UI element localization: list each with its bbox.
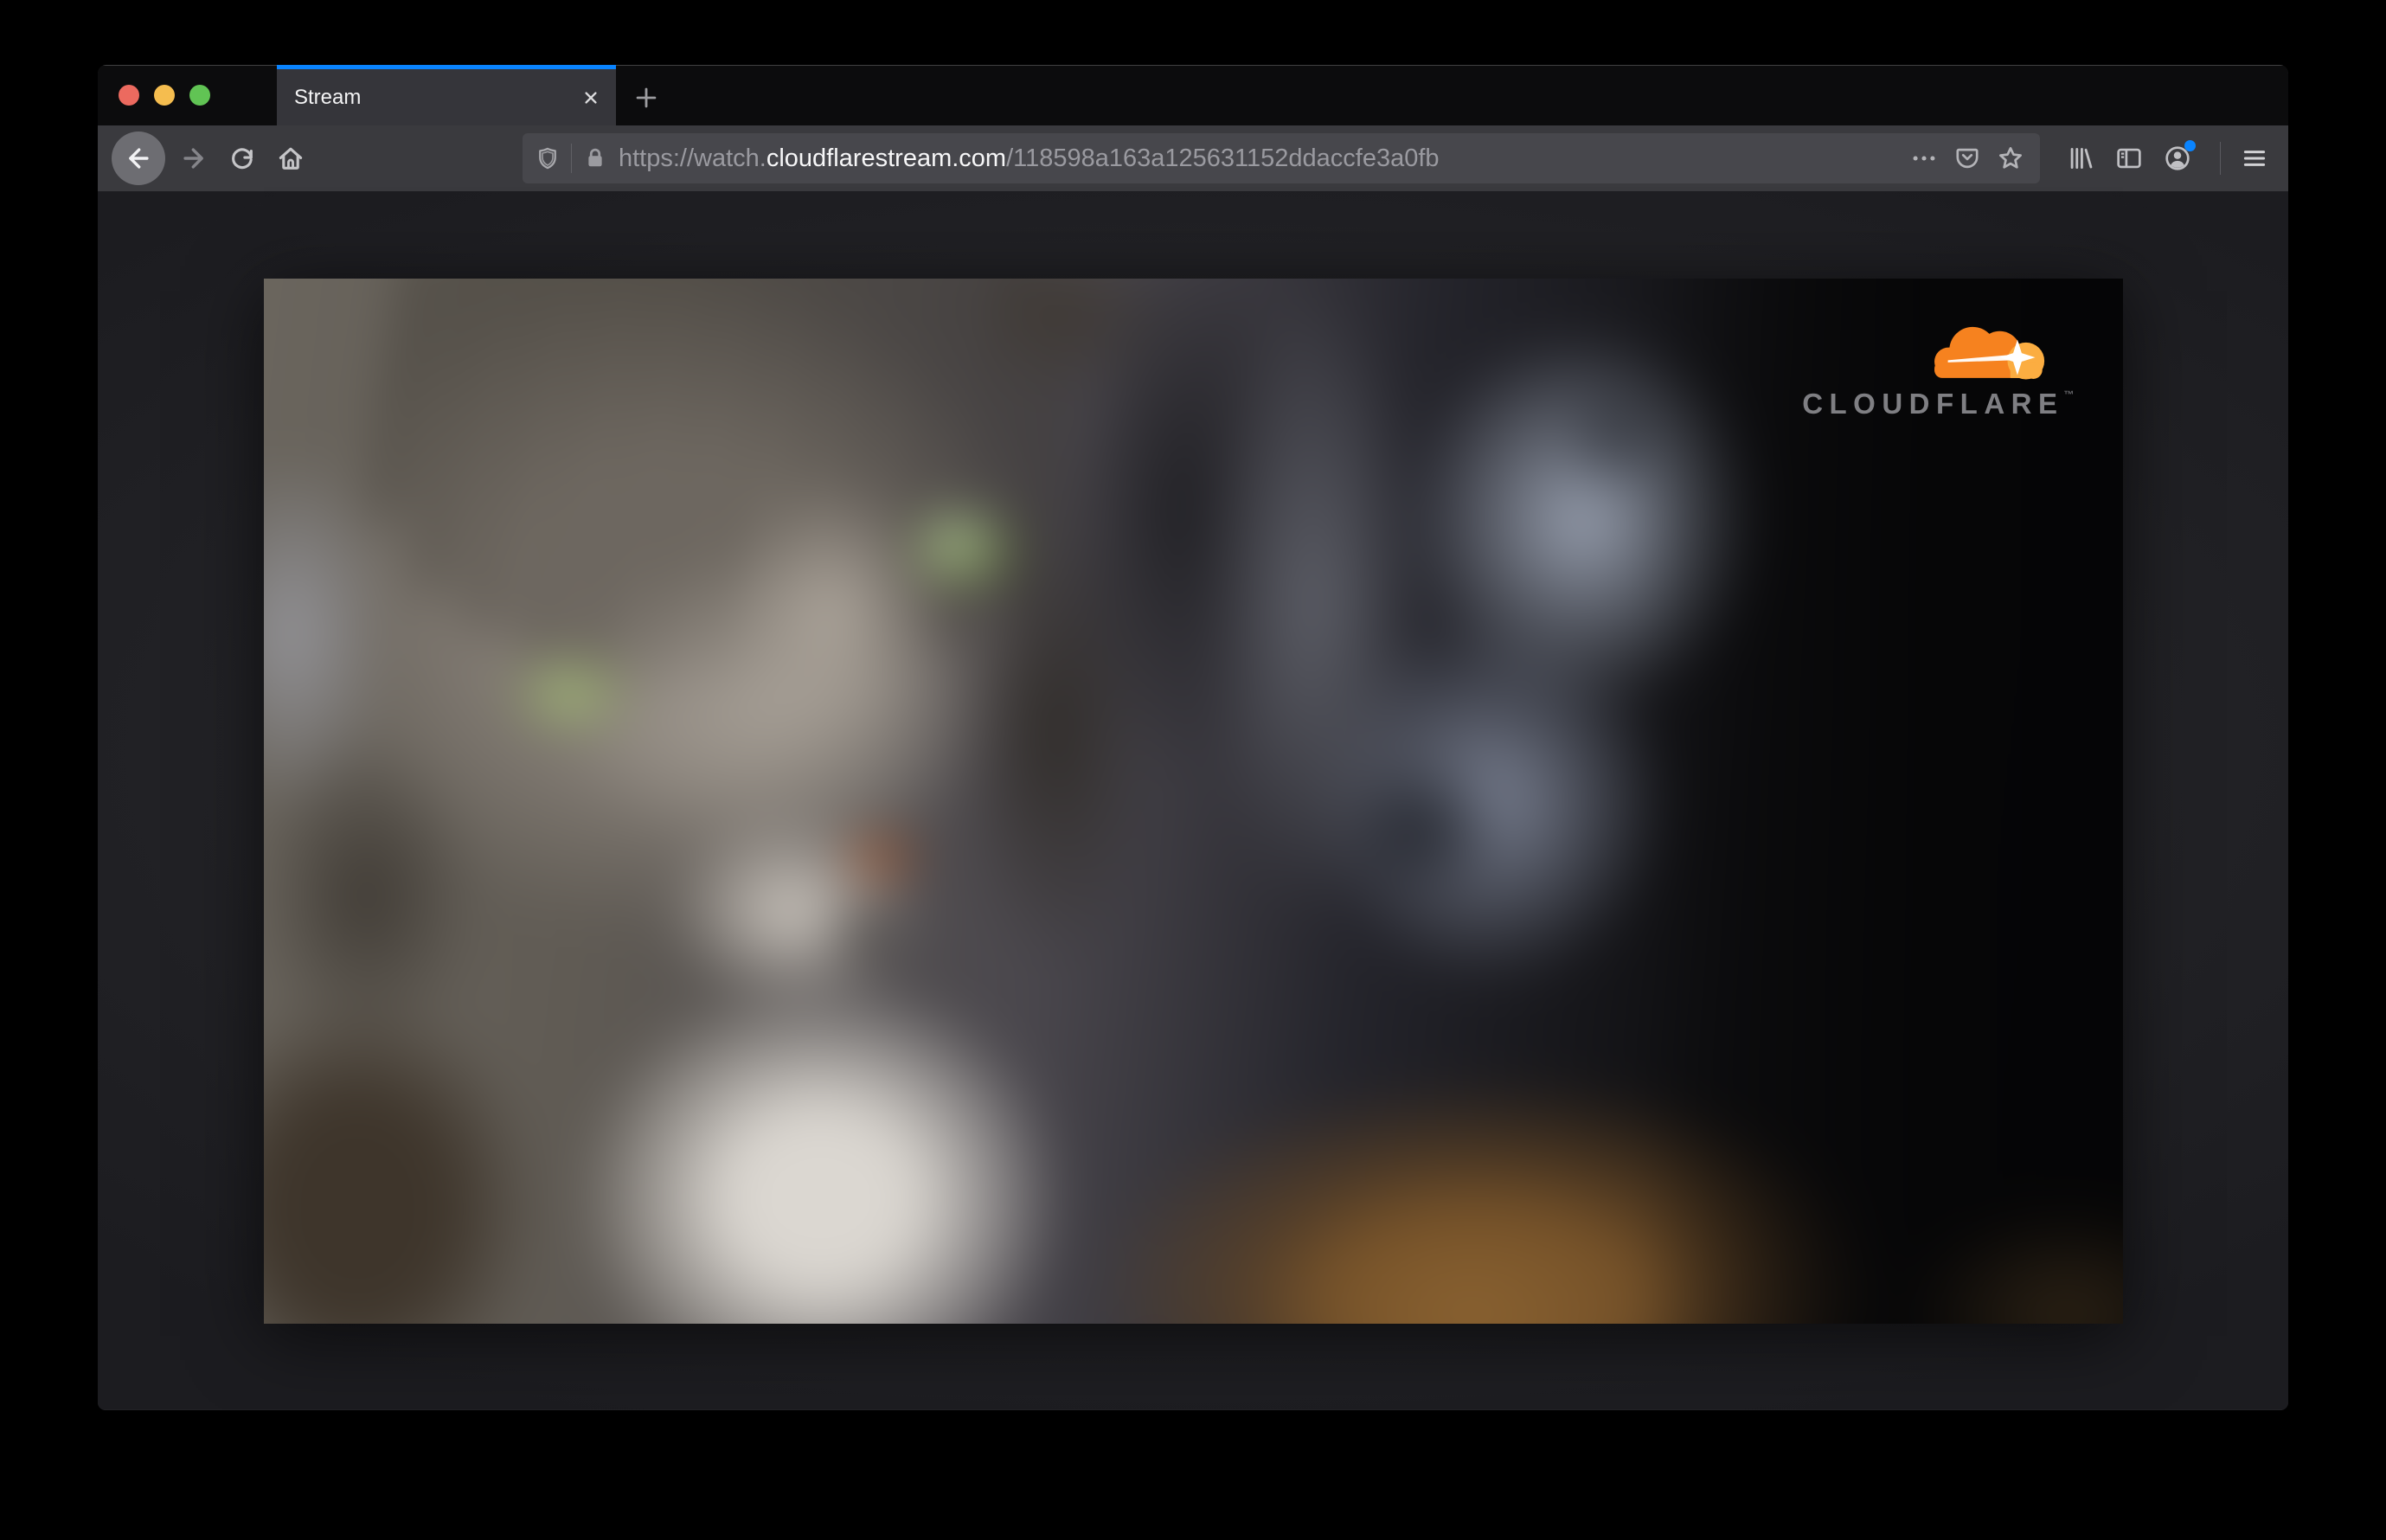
- bookmark-star-button[interactable]: [1993, 141, 2028, 176]
- back-icon: [129, 148, 149, 169]
- pocket-icon: [1956, 148, 1979, 169]
- cloudflare-cloud-icon: [1934, 326, 2044, 380]
- lock-icon[interactable]: [582, 145, 608, 171]
- urlbar-divider: [571, 144, 572, 173]
- cat-nose: [824, 822, 937, 895]
- sidebar-toggle-button[interactable]: [2109, 138, 2149, 178]
- forward-button[interactable]: [174, 138, 214, 178]
- notification-dot: [2184, 140, 2196, 151]
- reload-button[interactable]: [222, 138, 262, 178]
- home-icon: [279, 147, 303, 170]
- scene-blob: [516, 661, 621, 724]
- window-zoom-button[interactable]: [189, 85, 210, 106]
- toolbar-divider: [2220, 142, 2221, 175]
- trademark-symbol: ™: [2063, 388, 2075, 401]
- forward-icon: [183, 148, 203, 169]
- scene-blob: [817, 900, 911, 969]
- url-prefix: https://watch.: [619, 144, 766, 172]
- active-tab-indicator: [277, 65, 616, 69]
- cloudflare-logo: CLOUDFLARE™: [1802, 318, 2075, 420]
- menu-icon: [2243, 151, 2266, 166]
- video-frame: [263, 279, 2123, 1324]
- window-minimize-button[interactable]: [154, 85, 175, 106]
- window-close-button[interactable]: [119, 85, 139, 106]
- window-titlebar: Stream: [98, 65, 2288, 125]
- url-domain: cloudflarestream.com: [766, 144, 1007, 172]
- url-text: https://watch.cloudflarestream.com/11859…: [619, 144, 1898, 173]
- tab-stream[interactable]: Stream: [277, 65, 616, 125]
- shield-icon[interactable]: [535, 145, 561, 171]
- tab-title: Stream: [294, 85, 362, 109]
- navigation-toolbar: https://watch.cloudflarestream.com/11859…: [98, 125, 2288, 192]
- page-actions-button[interactable]: [1907, 141, 1941, 176]
- new-tab-icon: [636, 87, 657, 108]
- desktop: Stream https://watch.cloudflarestream.co…: [0, 0, 2386, 1540]
- new-tab-button[interactable]: [628, 80, 664, 116]
- scene-blob: [690, 446, 971, 780]
- tab-close-button[interactable]: [576, 83, 606, 112]
- scene-blob: [1323, 738, 1528, 916]
- video-player[interactable]: CLOUDFLARE™: [263, 279, 2123, 1324]
- back-button[interactable]: [112, 132, 165, 185]
- browser-window: Stream https://watch.cloudflarestream.co…: [98, 65, 2288, 1410]
- bookmark-star-icon: [1999, 147, 2022, 169]
- cloudflare-wordmark: CLOUDFLARE™: [1802, 388, 2075, 420]
- pocket-button[interactable]: [1950, 141, 1985, 176]
- page-content: CLOUDFLARE™: [98, 192, 2288, 1409]
- scene-blob: [1639, 279, 2123, 1324]
- url-bar[interactable]: https://watch.cloudflarestream.com/11859…: [523, 133, 2040, 183]
- home-button[interactable]: [271, 138, 311, 178]
- account-button[interactable]: [2158, 138, 2197, 178]
- library-button[interactable]: [2061, 138, 2101, 178]
- scene-blob: [907, 508, 1004, 572]
- window-controls: [119, 85, 210, 106]
- reload-icon: [232, 148, 253, 170]
- url-path: /118598a163a125631152ddaccfe3a0fb: [1006, 144, 1440, 172]
- page-actions-icon: [1913, 156, 1935, 161]
- sidebar-icon: [2117, 148, 2141, 169]
- menu-button[interactable]: [2235, 138, 2274, 178]
- library-icon: [2070, 147, 2093, 170]
- close-icon: [585, 91, 597, 104]
